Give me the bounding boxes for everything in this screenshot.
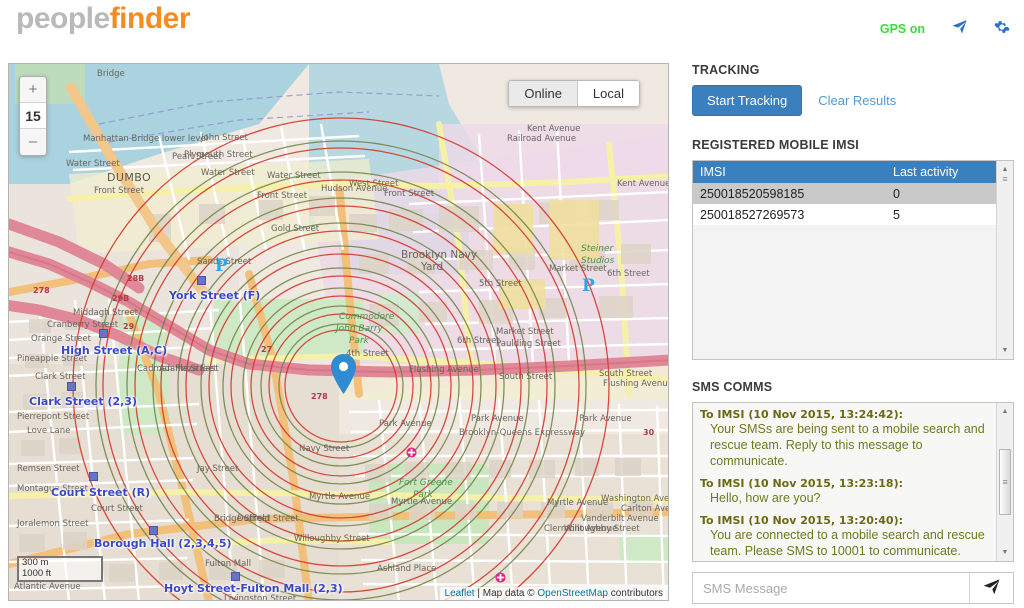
parking-icon: P — [215, 256, 228, 276]
table-row[interactable]: 250018527269573 5 — [693, 204, 996, 225]
map-zoom-control[interactable]: + 15 – — [19, 76, 47, 156]
sms-scrollbar[interactable]: ▲ ▼ — [996, 403, 1013, 561]
imsi-column-header-imsi: IMSI — [700, 165, 726, 179]
imsi-column-header-activity: Last activity — [893, 165, 959, 179]
list-item: To IMSI (10 Nov 2015, 13:20:40): You are … — [700, 514, 989, 561]
openstreetmap-link[interactable]: OpenStreetMap — [537, 588, 608, 599]
app-header: peoplefinder GPS on — [0, 0, 1024, 60]
imsi-cell-value: 250018527269573 — [700, 207, 805, 222]
clear-results-button[interactable]: Clear Results — [808, 86, 906, 115]
send-sms-button[interactable] — [969, 573, 1013, 603]
sms-comms-log[interactable]: To IMSI (10 Nov 2015, 13:24:42): Your SMS… — [692, 402, 1014, 562]
sms-message-text: You are connected to a mobile search and… — [710, 528, 985, 561]
send-paper-plane-icon — [982, 577, 1001, 599]
hospital-icon — [495, 570, 506, 583]
layer-option-online[interactable]: Online — [509, 81, 578, 106]
sms-section-title: SMS COMMS — [692, 380, 773, 394]
hospital-icon — [406, 445, 417, 458]
zoom-in-button[interactable]: + — [20, 77, 46, 103]
zoom-out-button[interactable]: – — [20, 129, 46, 155]
sms-message-meta: To IMSI (10 Nov 2015, 13:20:40): — [700, 514, 904, 527]
navigation-icon[interactable] — [951, 18, 968, 39]
sms-input-row[interactable] — [692, 572, 1014, 604]
map-layer-switch[interactable]: Online Local — [508, 80, 640, 107]
last-activity-cell-value: 0 — [893, 186, 900, 201]
right-panel: TRACKING Start Tracking Clear Results RE… — [692, 63, 1014, 604]
sms-message-meta: To IMSI (10 Nov 2015, 13:24:42): — [700, 408, 904, 421]
subway-station-icon — [231, 572, 240, 581]
map-container[interactable]: DUMBO Brooklyn Navy Yard Steiner Studios Comm… — [8, 63, 669, 601]
layer-option-local[interactable]: Local — [577, 81, 639, 106]
leaflet-link[interactable]: Leaflet — [445, 588, 475, 599]
scale-imperial: 1000 ft — [17, 568, 103, 582]
sms-scroll-thumb[interactable] — [999, 449, 1011, 515]
imsi-table[interactable]: IMSI Last activity 250018520598185 0 25001… — [692, 160, 1014, 360]
zoom-level-display: 15 — [20, 103, 46, 129]
map-attribution: Leaflet | Map data © OpenStreetMap contr… — [439, 587, 668, 600]
subway-station-icon — [197, 276, 206, 285]
sms-message-text: Hello, how are you? — [710, 491, 821, 505]
subway-station-icon — [149, 526, 158, 535]
tracking-section-title: TRACKING — [692, 63, 760, 77]
logo-text-people: people — [16, 2, 110, 35]
logo-text-finder: finder — [109, 2, 191, 35]
attribution-separator: | Map data © — [474, 588, 538, 599]
map-pin-marker[interactable] — [331, 354, 356, 399]
imsi-section-title: REGISTERED MOBILE IMSI — [692, 138, 859, 152]
subway-station-icon — [89, 472, 98, 481]
sms-message-meta: To IMSI (10 Nov 2015, 13:23:18): — [700, 477, 904, 490]
imsi-cell-value: 250018520598185 — [700, 186, 805, 201]
sms-scroll-up-icon[interactable]: ▲ — [997, 403, 1013, 420]
list-item: To IMSI (10 Nov 2015, 13:23:18): Hello, h… — [700, 477, 989, 506]
imsi-table-header: IMSI Last activity — [693, 161, 1013, 183]
parking-icon: P — [582, 276, 595, 296]
map-tiles — [9, 64, 668, 600]
gear-icon[interactable] — [994, 19, 1010, 39]
sms-scroll-down-icon[interactable]: ▼ — [997, 544, 1013, 561]
app-logo: peoplefinder — [16, 2, 191, 36]
header-tools: GPS on — [880, 18, 1010, 39]
subway-station-icon — [67, 382, 76, 391]
sms-message-text: Your SMSs are being sent to a mobile sea… — [710, 422, 985, 468]
tracking-actions: Start Tracking Clear Results — [692, 85, 1014, 116]
sms-message-list: To IMSI (10 Nov 2015, 13:24:42): Your SMS… — [693, 403, 996, 561]
last-activity-cell-value: 5 — [893, 207, 900, 222]
sms-message-input[interactable] — [693, 573, 969, 603]
start-tracking-button[interactable]: Start Tracking — [692, 85, 803, 116]
imsi-scroll-down-icon[interactable]: ▼ — [997, 342, 1013, 359]
subway-station-icon — [99, 329, 108, 338]
list-item: To IMSI (10 Nov 2015, 13:24:42): Your SMS… — [700, 408, 989, 469]
imsi-table-body: 250018520598185 0 250018527269573 5 — [693, 183, 996, 359]
gps-status-label: GPS on — [879, 21, 925, 36]
table-row[interactable]: 250018520598185 0 — [693, 183, 996, 204]
attribution-suffix: contributors — [607, 588, 663, 599]
imsi-scrollbar[interactable]: ▲ ▼ — [996, 161, 1013, 359]
map-scale-bar: 300 m 1000 ft — [17, 556, 103, 582]
